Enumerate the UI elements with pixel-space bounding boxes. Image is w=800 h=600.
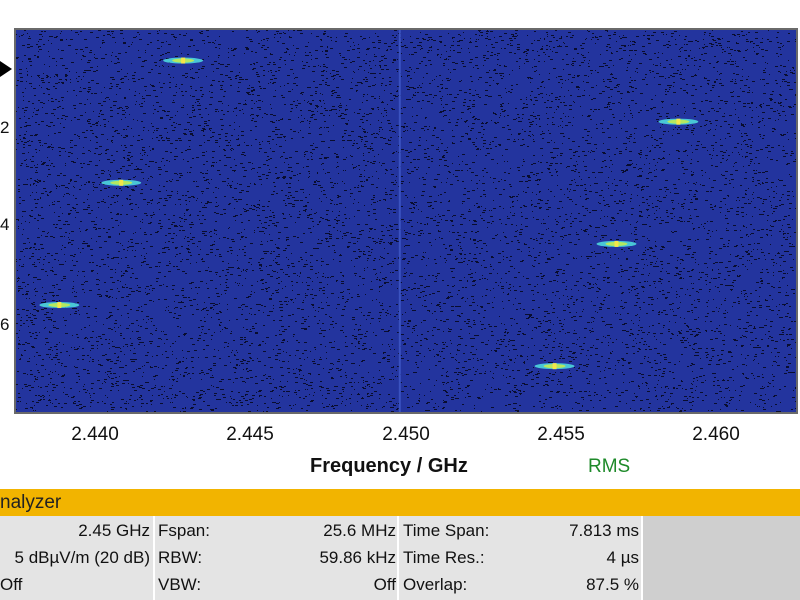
x-tick-label: 2.440 — [71, 424, 119, 445]
x-tick-label: 2.455 — [537, 424, 585, 445]
signal-burst-peak — [57, 302, 62, 309]
signal-burst — [163, 57, 204, 64]
spectrogram-canvas — [16, 30, 796, 412]
overlap-label: Overlap: — [403, 575, 468, 594]
signal-burst — [534, 363, 575, 370]
signal-burst — [101, 179, 142, 186]
y-tick-label: 4 — [0, 215, 10, 234]
detector-label: RMS — [588, 456, 631, 477]
signal-burst — [39, 302, 80, 309]
vbw-value[interactable]: Off — [260, 572, 396, 598]
x-tick-label: 2.460 — [692, 424, 740, 445]
rbw-label: RBW: — [158, 548, 203, 567]
x-tick-label: 2.450 — [382, 424, 430, 445]
signal-burst-peak — [676, 118, 681, 125]
marker-arrow-icon[interactable] — [0, 61, 12, 77]
time-span-label: Time Span: — [403, 521, 490, 540]
y-tick-label: 6 — [0, 315, 10, 334]
column-divider — [153, 516, 155, 600]
time-res-label: Time Res.: — [403, 548, 485, 567]
y-tick-label: 2 — [0, 118, 10, 137]
x-axis-label: Frequency / GHz — [310, 455, 468, 477]
reference-level-value[interactable]: 5 dBµV/m (20 dB) — [0, 545, 150, 571]
spectrogram-display[interactable] — [14, 28, 798, 414]
analyzer-panel-title: nalyzer — [0, 489, 800, 516]
spectrum-analyzer-screen: 2 4 6 2.440 2.445 2.450 2.455 2.460 Freq… — [0, 0, 800, 600]
x-tick-label: 2.445 — [226, 424, 274, 445]
signal-burst — [596, 240, 637, 247]
vbw-label: VBW: — [158, 575, 202, 594]
signal-burst-peak — [614, 240, 619, 247]
rbw-value[interactable]: 59.86 kHz — [260, 545, 396, 571]
overlap-value[interactable]: 87.5 % — [525, 572, 639, 598]
setting-off-value[interactable]: Off — [0, 572, 150, 598]
signal-burst — [658, 118, 699, 125]
time-span-value[interactable]: 7.813 ms — [525, 518, 639, 544]
column-divider — [641, 516, 643, 600]
fspan-label: Fspan: — [158, 521, 210, 540]
signal-burst-peak — [119, 179, 124, 186]
time-res-value[interactable]: 4 µs — [525, 545, 639, 571]
column-divider — [397, 516, 399, 600]
signal-burst-peak — [552, 363, 557, 370]
fspan-value[interactable]: 25.6 MHz — [260, 518, 396, 544]
signal-burst-peak — [181, 57, 186, 64]
center-frequency-value[interactable]: 2.45 GHz — [0, 518, 150, 544]
